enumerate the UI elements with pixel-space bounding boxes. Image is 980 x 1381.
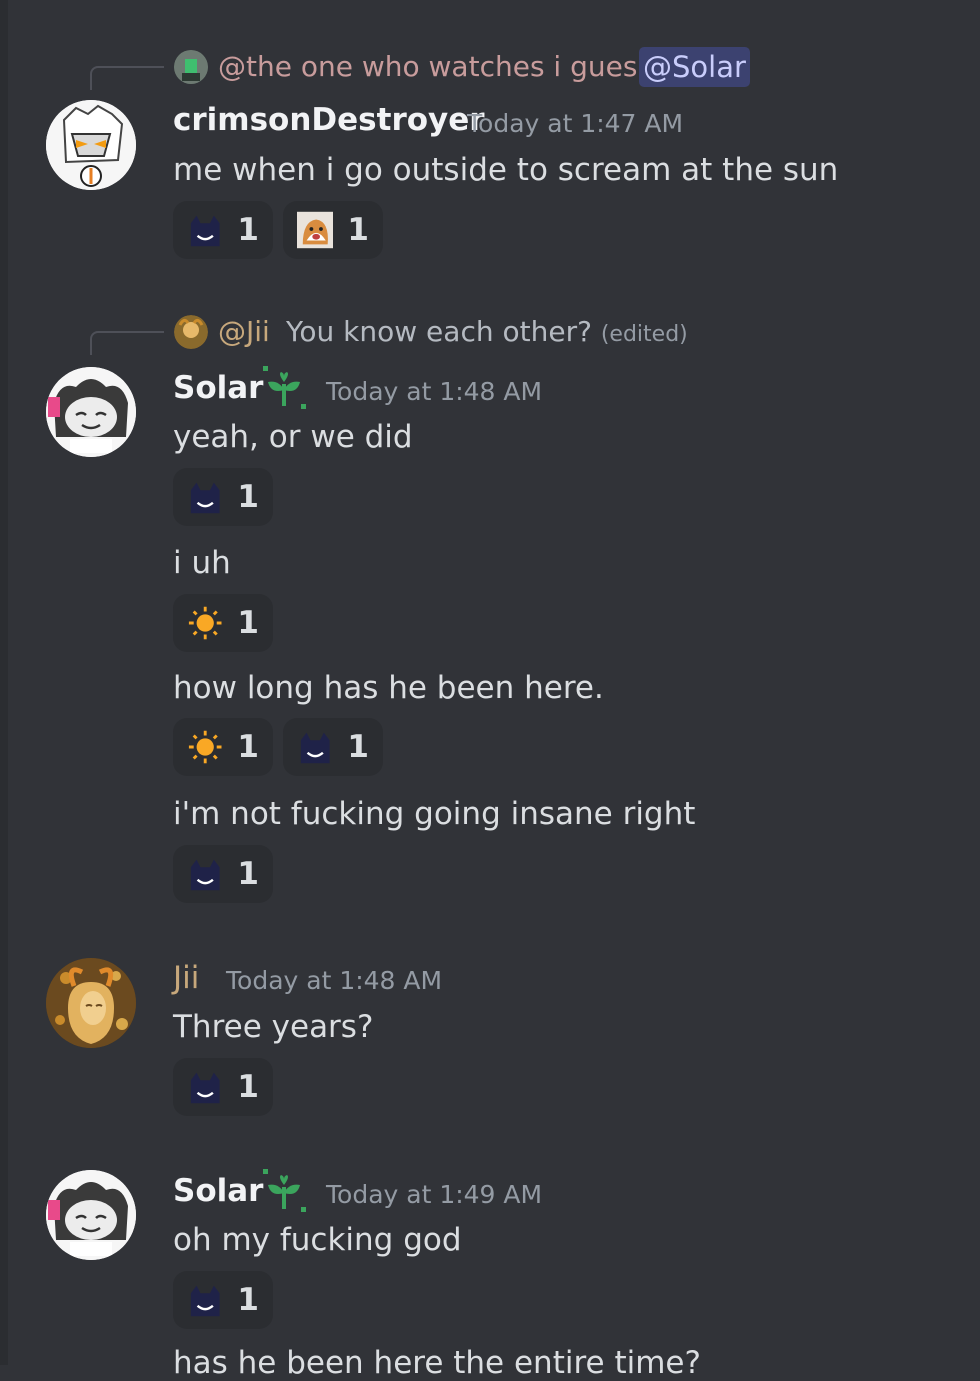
username[interactable]: Solar bbox=[173, 1173, 263, 1209]
message-text: oh my fucking god bbox=[173, 1222, 462, 1258]
username[interactable]: Jii bbox=[173, 960, 199, 996]
reaction-count: 1 bbox=[237, 1069, 259, 1105]
plant-badge-icon[interactable] bbox=[263, 1169, 307, 1213]
reaction-count: 1 bbox=[347, 729, 369, 765]
timestamp: Today at 1:49 AM bbox=[326, 1180, 543, 1209]
message-text: yeah, or we did bbox=[173, 419, 413, 455]
reaction-cat[interactable]: 1 bbox=[173, 1058, 273, 1116]
plant-badge-icon[interactable] bbox=[263, 366, 307, 410]
avatar[interactable] bbox=[46, 367, 136, 457]
channel-left-border bbox=[0, 0, 8, 1365]
reaction-sun[interactable]: 1 bbox=[173, 718, 273, 776]
reaction-cat[interactable]: 1 bbox=[173, 1271, 273, 1329]
message-text: i'm not fucking going insane right bbox=[173, 796, 696, 832]
reaction-count: 1 bbox=[237, 212, 259, 248]
reaction-count: 1 bbox=[237, 1282, 259, 1318]
sun-emoji-icon bbox=[187, 604, 223, 642]
reaction-cat[interactable]: 1 bbox=[173, 468, 273, 526]
reaction-cat[interactable]: 1 bbox=[283, 718, 383, 776]
reply-avatar[interactable] bbox=[174, 315, 208, 349]
message-text: has he been here the entire time? bbox=[173, 1345, 701, 1381]
cat-face-emoji-icon bbox=[187, 1068, 223, 1106]
edited-label: (edited) bbox=[600, 322, 688, 347]
timestamp: Today at 1:47 AM bbox=[467, 109, 684, 138]
reaction-count: 1 bbox=[237, 605, 259, 641]
reaction-count: 1 bbox=[237, 856, 259, 892]
cat-face-emoji-icon bbox=[187, 855, 223, 893]
cat-face-emoji-icon bbox=[297, 728, 333, 766]
reply-connector bbox=[90, 66, 164, 90]
reaction-count: 1 bbox=[237, 729, 259, 765]
avatar[interactable] bbox=[46, 100, 136, 190]
reply-author-mention[interactable]: @Jii bbox=[218, 315, 270, 348]
dog-emoji-icon bbox=[297, 211, 333, 249]
reaction-count: 1 bbox=[347, 212, 369, 248]
username[interactable]: crimsonDestroyer bbox=[173, 102, 485, 138]
reaction-cat[interactable]: 1 bbox=[173, 201, 273, 259]
reaction-sun[interactable]: 1 bbox=[173, 594, 273, 652]
message-text: me when i go outside to scream at the su… bbox=[173, 152, 839, 188]
reaction-count: 1 bbox=[237, 479, 259, 515]
sun-emoji-icon bbox=[187, 728, 223, 766]
reply-connector bbox=[90, 331, 164, 355]
timestamp: Today at 1:48 AM bbox=[226, 966, 443, 995]
username[interactable]: Solar bbox=[173, 370, 263, 406]
reply-avatar[interactable] bbox=[174, 50, 208, 84]
timestamp: Today at 1:48 AM bbox=[326, 377, 543, 406]
avatar[interactable] bbox=[46, 958, 136, 1048]
message-text: i uh bbox=[173, 545, 231, 581]
reaction-dog[interactable]: 1 bbox=[283, 201, 383, 259]
reply-mention-chip[interactable]: @Solar bbox=[639, 47, 750, 87]
cat-face-emoji-icon bbox=[187, 1281, 223, 1319]
message-text: how long has he been here. bbox=[173, 670, 604, 706]
message-text: Three years? bbox=[173, 1009, 374, 1045]
reaction-cat[interactable]: 1 bbox=[173, 845, 273, 903]
avatar[interactable] bbox=[46, 1170, 136, 1260]
cat-face-emoji-icon bbox=[187, 211, 223, 249]
reply-preview-text[interactable]: You know each other? (edited) bbox=[286, 315, 688, 348]
reply-author-mention[interactable]: @the one who watches i guess bbox=[218, 50, 652, 83]
cat-face-emoji-icon bbox=[187, 478, 223, 516]
